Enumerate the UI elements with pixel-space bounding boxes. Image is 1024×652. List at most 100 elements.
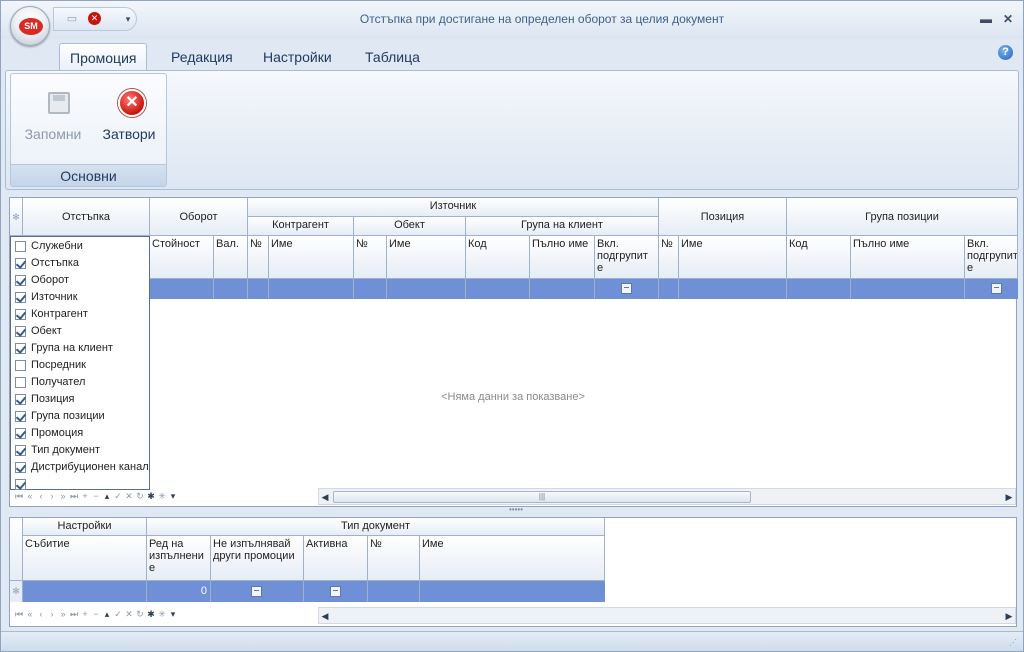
column-chooser-label: Промоция [31, 427, 84, 439]
prev-icon[interactable]: ‹ [36, 609, 47, 619]
splitter[interactable]: ••••• [506, 506, 526, 514]
next-page-icon[interactable]: » [58, 609, 69, 619]
column-chooser-label: Служебни [31, 240, 83, 252]
active-checkbox[interactable] [330, 586, 341, 597]
column-chooser-checkbox[interactable] [15, 428, 26, 439]
column-chooser-label: Оборот [31, 274, 70, 286]
column-chooser-checkbox[interactable] [15, 462, 26, 473]
column-chooser-item[interactable]: Обект [13, 323, 149, 340]
col-position-no[interactable]: № [659, 236, 679, 279]
append-icon[interactable]: + [80, 609, 91, 619]
column-chooser-item[interactable] [13, 476, 149, 493]
tab-promotion[interactable]: Промоция [59, 43, 148, 71]
column-chooser-item[interactable]: Дистрибуционен канал [13, 459, 149, 476]
tab-settings[interactable]: Настройки [253, 43, 342, 71]
tab-edit[interactable]: Редакция [161, 43, 243, 71]
column-chooser-item[interactable]: Отстъпка [13, 255, 149, 272]
top-grid-hscroll[interactable]: ◀ ||| ▶ [318, 488, 1016, 505]
filter-icon[interactable]: ▾ [168, 491, 179, 502]
column-chooser-item[interactable]: Промоция [13, 425, 149, 442]
position-subgroups-checkbox[interactable] [991, 283, 1002, 294]
column-chooser-checkbox[interactable] [15, 377, 26, 388]
column-chooser-item[interactable]: Група позиции [13, 408, 149, 425]
first-icon[interactable]: ⏮ [14, 609, 25, 620]
col-event[interactable]: Събитие [23, 536, 147, 581]
column-chooser-checkbox[interactable] [15, 360, 26, 371]
close-window-icon[interactable]: ✕ [999, 10, 1017, 28]
column-chooser-item[interactable]: Посредник [13, 357, 149, 374]
col-counterparty-no[interactable]: № [248, 236, 269, 279]
col-client-group-subgroups[interactable]: Вкл. подгрупит е [595, 236, 659, 279]
next-icon[interactable]: › [47, 609, 58, 619]
close-button[interactable]: ✕ Затвори [91, 82, 167, 152]
scroll-right-icon[interactable]: ▶ [1004, 491, 1014, 503]
promotion-grid: ✻ Отстъпка Оборот Източник Контрагент Об… [9, 197, 1018, 507]
qat-save-icon[interactable]: ▭ [64, 11, 80, 27]
tab-table[interactable]: Таблица [355, 43, 430, 71]
col-position-group-code[interactable]: Код [787, 236, 851, 279]
app-menu-button[interactable]: SM [10, 6, 50, 46]
bookmark-icon[interactable]: ✱ [146, 609, 157, 620]
hscroll-thumb[interactable]: ||| [333, 491, 751, 503]
delete-icon[interactable]: − [91, 609, 102, 619]
column-chooser-checkbox[interactable] [15, 479, 26, 490]
prev-page-icon[interactable]: « [25, 609, 36, 619]
column-chooser-item[interactable]: Оборот [13, 272, 149, 289]
col-position-group-fullname[interactable]: Пълно име [851, 236, 965, 279]
col-object-name[interactable]: Име [387, 236, 466, 279]
column-chooser-item[interactable]: Позиция [13, 391, 149, 408]
col-exec-order[interactable]: Ред на изпълнени е [147, 536, 211, 581]
qat-dropdown-icon[interactable]: ▾ [120, 11, 136, 27]
filter-icon[interactable]: ▾ [168, 609, 179, 620]
bottom-grid-hscroll[interactable]: ◀ ▶ [318, 607, 1016, 624]
column-chooser-item[interactable]: Тип документ [13, 442, 149, 459]
scroll-left-icon[interactable]: ◀ [320, 491, 330, 503]
column-chooser-item[interactable]: Контрагент [13, 306, 149, 323]
exec-order-value[interactable]: 0 [201, 585, 207, 597]
col-currency[interactable]: Вал. [214, 236, 248, 279]
column-chooser-checkbox[interactable] [15, 343, 26, 354]
resize-grip-icon[interactable]: ⋰ [1009, 638, 1019, 648]
column-chooser-checkbox[interactable] [15, 309, 26, 320]
last-icon[interactable]: ⏭ [69, 609, 80, 620]
edit-icon[interactable]: ▴ [102, 609, 113, 620]
column-chooser-item[interactable]: Източник [13, 289, 149, 306]
save-button[interactable]: Запомни [15, 82, 91, 152]
col-active[interactable]: Активна [304, 536, 368, 581]
col-no-other-promotions[interactable]: Не изпълнявай други промоции [211, 536, 304, 581]
column-chooser-item[interactable]: Получател [13, 374, 149, 391]
scroll-left-icon[interactable]: ◀ [320, 610, 330, 622]
scroll-right-icon[interactable]: ▶ [1004, 610, 1014, 622]
col-position-name[interactable]: Име [679, 236, 787, 279]
cancel-icon[interactable]: ✕ [124, 609, 135, 620]
column-chooser-checkbox[interactable] [15, 326, 26, 337]
bottom-new-row[interactable]: 0 [23, 581, 605, 602]
column-chooser-item[interactable]: Група на клиент [13, 340, 149, 357]
col-counterparty-name[interactable]: Име [269, 236, 354, 279]
col-doc-no[interactable]: № [368, 536, 420, 581]
column-chooser-checkbox[interactable] [15, 241, 26, 252]
column-chooser-checkbox[interactable] [15, 275, 26, 286]
col-client-group-code[interactable]: Код [466, 236, 530, 279]
qat-close-icon[interactable]: ✕ [87, 11, 103, 27]
col-doc-name[interactable]: Име [420, 536, 605, 581]
col-client-group-fullname[interactable]: Пълно име [530, 236, 595, 279]
column-chooser-checkbox[interactable] [15, 445, 26, 456]
post-icon[interactable]: ✓ [113, 609, 124, 620]
column-chooser-checkbox[interactable] [15, 394, 26, 405]
no-other-promotions-checkbox[interactable] [251, 586, 262, 597]
refresh-icon[interactable]: ↻ [135, 609, 146, 620]
minimize-icon[interactable]: ▬ [977, 10, 995, 28]
column-chooser-checkbox[interactable] [15, 292, 26, 303]
new-row[interactable] [23, 279, 1018, 299]
col-value[interactable]: Стойност [150, 236, 214, 279]
column-chooser-checkbox[interactable] [15, 411, 26, 422]
col-position-group-subgroups[interactable]: Вкл. подгрупит е [965, 236, 1018, 279]
column-chooser-item[interactable]: Служебни [13, 238, 149, 255]
goto-bookmark-icon[interactable]: ✳ [157, 491, 168, 502]
column-chooser-checkbox[interactable] [15, 258, 26, 269]
goto-bookmark-icon[interactable]: ✳ [157, 609, 168, 620]
col-object-no[interactable]: № [354, 236, 387, 279]
subgroups-checkbox[interactable] [621, 283, 632, 294]
help-icon[interactable]: ? [998, 45, 1013, 60]
